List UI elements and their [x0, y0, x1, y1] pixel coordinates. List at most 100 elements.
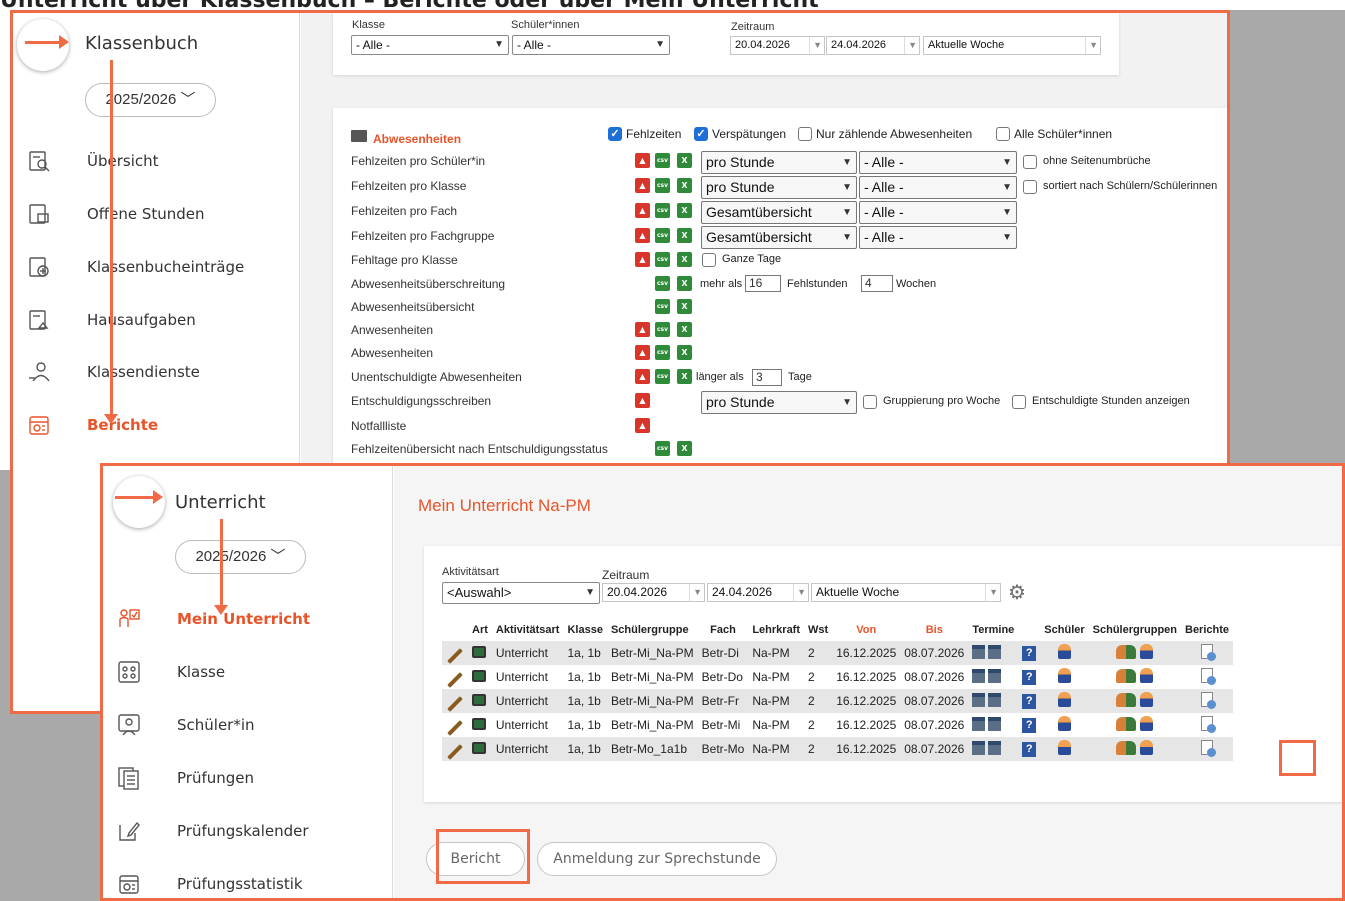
pdf-icon[interactable]: ▲ [635, 369, 650, 384]
edit-icon[interactable] [447, 719, 463, 736]
report-filter-select[interactable]: - Alle - ▼ [859, 151, 1017, 174]
excel-icon[interactable]: X [677, 441, 692, 456]
option-checkbox[interactable] [1023, 155, 1037, 169]
pdf-icon[interactable]: ▲ [635, 178, 650, 193]
option-checkbox[interactable] [863, 395, 877, 409]
school-year-selector[interactable]: 2025/2026 ﹀ [85, 83, 216, 117]
table-row[interactable]: Unterricht 1a, 1b Betr-Mi_Na-PM Betr-Di … [442, 641, 1234, 665]
help-icon[interactable]: ? [1022, 694, 1037, 709]
report-mode-select[interactable]: pro Stunde ▼ [701, 176, 857, 199]
report-icon[interactable] [1201, 644, 1217, 661]
column-header[interactable]: Wst [804, 619, 832, 641]
date-from-input[interactable]: 20.04.2026 ▼ [602, 583, 705, 602]
pdf-icon[interactable]: ▲ [635, 228, 650, 243]
report-icon[interactable] [1201, 668, 1217, 685]
column-header[interactable]: Bis [900, 619, 968, 641]
threshold-hours-input[interactable]: 16 [745, 275, 781, 292]
report-mode-select[interactable]: Gesamtübersicht ▼ [701, 201, 857, 224]
student-group-icon[interactable] [1116, 693, 1137, 707]
threshold-days-input[interactable]: 3 [752, 369, 782, 386]
excel-icon[interactable]: X [677, 178, 692, 193]
edit-icon[interactable] [447, 647, 463, 664]
date-to-input[interactable]: 24.04.2026 ▼ [826, 36, 920, 55]
student-icon[interactable] [1057, 716, 1071, 731]
option-checkbox[interactable] [1012, 395, 1026, 409]
sidebar-item-berichte[interactable]: Berichte [13, 405, 299, 445]
student-group-icon[interactable] [1116, 669, 1137, 683]
pdf-icon[interactable]: ▲ [635, 322, 650, 337]
klasse-select[interactable]: - Alle - ▼ [351, 35, 509, 55]
sidebar-item-mein-unterricht[interactable]: Mein Unterricht [103, 599, 389, 639]
nur-zaehlende-checkbox[interactable] [798, 127, 812, 141]
csv-icon[interactable]: csv [655, 441, 670, 456]
student-group-icon[interactable] [1116, 741, 1137, 755]
student-icon[interactable] [1140, 668, 1154, 683]
help-icon[interactable]: ? [1022, 646, 1037, 661]
calendar-list-icon[interactable] [988, 716, 1002, 731]
student-icon[interactable] [1057, 740, 1071, 755]
edit-icon[interactable] [447, 671, 463, 688]
sidebar-item-klassenbucheintraege[interactable]: Klassenbucheinträge [13, 247, 299, 287]
excel-icon[interactable]: X [677, 345, 692, 360]
period-select[interactable]: Aktuelle Woche ▼ [923, 36, 1101, 55]
csv-icon[interactable]: csv [655, 322, 670, 337]
date-to-input[interactable]: 24.04.2026 ▼ [707, 583, 809, 602]
student-icon[interactable] [1057, 644, 1071, 659]
pdf-icon[interactable]: ▲ [635, 345, 650, 360]
help-icon[interactable]: ? [1022, 742, 1037, 757]
column-header[interactable]: Lehrkraft [748, 619, 804, 641]
student-icon[interactable] [1140, 716, 1154, 731]
pdf-icon[interactable]: ▲ [635, 153, 650, 168]
edit-icon[interactable] [447, 695, 463, 712]
csv-icon[interactable]: csv [655, 178, 670, 193]
help-icon[interactable]: ? [1022, 718, 1037, 733]
report-filter-select[interactable]: - Alle - ▼ [859, 176, 1017, 199]
report-filter-select[interactable]: - Alle - ▼ [859, 201, 1017, 224]
sidebar-item-pruefungsstatistik[interactable]: Prüfungsstatistik [103, 864, 389, 898]
gear-icon[interactable]: ⚙ [1008, 583, 1026, 603]
pdf-icon[interactable]: ▲ [635, 252, 650, 267]
excel-icon[interactable]: X [677, 369, 692, 384]
date-from-input[interactable]: 20.04.2026 ▼ [730, 36, 825, 55]
sidebar-item-hausaufgaben[interactable]: Hausaufgaben [13, 300, 299, 340]
column-header[interactable]: Schülergruppe [607, 619, 698, 641]
csv-icon[interactable]: csv [655, 252, 670, 267]
excel-icon[interactable]: X [677, 322, 692, 337]
pdf-icon[interactable]: ▲ [635, 203, 650, 218]
sprechstunde-button[interactable]: Anmeldung zur Sprechstunde [537, 842, 777, 876]
alle-schueler-checkbox[interactable] [996, 127, 1010, 141]
edit-icon[interactable] [447, 743, 463, 760]
csv-icon[interactable]: csv [655, 276, 670, 291]
csv-icon[interactable]: csv [655, 369, 670, 384]
table-row[interactable]: Unterricht 1a, 1b Betr-Mi_Na-PM Betr-Mi … [442, 713, 1233, 737]
excel-icon[interactable]: X [677, 299, 692, 314]
student-icon[interactable] [1057, 692, 1071, 707]
excel-icon[interactable]: X [677, 228, 692, 243]
sidebar-item-schueler[interactable]: Schüler*in [103, 705, 389, 745]
calendar-list-icon[interactable] [988, 668, 1002, 683]
sidebar-item-uebersicht[interactable]: Übersicht [13, 141, 299, 181]
column-header[interactable]: Art [468, 619, 492, 641]
sidebar-item-klasse[interactable]: Klasse [103, 652, 389, 692]
report-mode-select[interactable]: Gesamtübersicht ▼ [701, 226, 857, 249]
excel-icon[interactable]: X [677, 203, 692, 218]
student-icon[interactable] [1140, 644, 1154, 659]
student-group-icon[interactable] [1116, 717, 1137, 731]
calendar-icon[interactable] [972, 716, 986, 731]
report-filter-select[interactable]: - Alle - ▼ [859, 226, 1017, 249]
calendar-icon[interactable] [972, 740, 986, 755]
verspaetungen-checkbox[interactable]: ✓ [694, 127, 708, 141]
csv-icon[interactable]: csv [655, 345, 670, 360]
help-icon[interactable]: ? [1022, 670, 1037, 685]
option-checkbox[interactable] [702, 253, 716, 267]
calendar-list-icon[interactable] [988, 740, 1002, 755]
period-select[interactable]: Aktuelle Woche ▼ [811, 583, 1001, 602]
table-row[interactable]: Unterricht 1a, 1b Betr-Mi_Na-PM Betr-Do … [442, 665, 1233, 689]
calendar-icon[interactable] [972, 644, 986, 659]
csv-icon[interactable]: csv [655, 203, 670, 218]
pdf-icon[interactable]: ▲ [635, 418, 650, 433]
student-icon[interactable] [1057, 668, 1071, 683]
student-icon[interactable] [1140, 692, 1154, 707]
excel-icon[interactable]: X [677, 153, 692, 168]
sidebar-item-pruefungen[interactable]: Prüfungen [103, 758, 389, 798]
